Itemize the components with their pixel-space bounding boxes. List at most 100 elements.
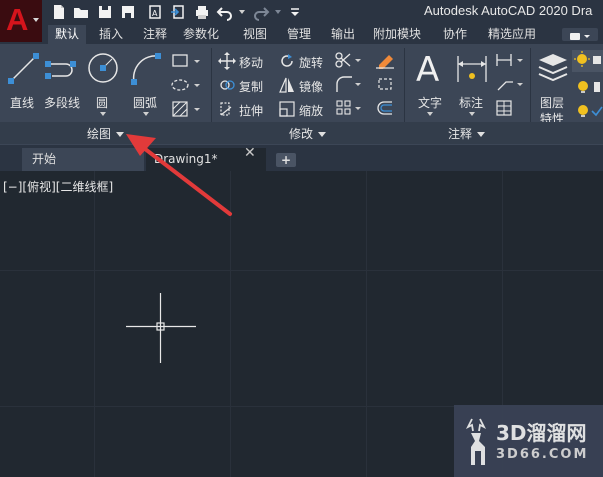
tab-output[interactable]: 输出 [324, 25, 362, 44]
line-tool[interactable]: 直线 [6, 50, 42, 110]
erase-icon[interactable] [374, 50, 398, 70]
move-icon [218, 52, 236, 70]
rotate-icon [281, 54, 293, 67]
line-icon [8, 53, 39, 84]
layer-on-icon[interactable] [574, 78, 603, 96]
watermark: 3D溜溜网 3D66.COM [454, 405, 603, 477]
window-title: Autodesk AutoCAD 2020 Dra [424, 3, 593, 18]
dimension-label: 标注 [459, 96, 484, 110]
save-web-mobile-icon[interactable] [169, 3, 187, 21]
circle-tool[interactable]: 圆 [86, 50, 120, 120]
scale-label: 缩放 [299, 104, 324, 118]
ellipse-icon[interactable] [170, 76, 204, 94]
ribbon-state-icon [570, 33, 590, 40]
new-file-icon[interactable] [50, 3, 68, 21]
arc-dropdown-icon[interactable] [143, 112, 149, 116]
polyline-icon [45, 61, 76, 79]
undo-dropdown-icon[interactable] [239, 10, 245, 14]
polyline-tool[interactable]: 多段线 [44, 50, 84, 110]
arc-icon [131, 53, 161, 85]
plot-icon[interactable] [193, 3, 211, 21]
tab-view[interactable]: 视图 [236, 25, 274, 44]
circle-label: 圆 [96, 96, 109, 110]
tab-manage[interactable]: 管理 [280, 25, 318, 44]
file-tab-bar: 开始 Drawing1* ✕ + [0, 145, 603, 171]
save-as-icon[interactable] [119, 3, 137, 21]
text-dropdown-icon[interactable] [427, 112, 433, 116]
customize-toolbar-icon[interactable] [286, 3, 304, 21]
title-bar: A A Autodesk AutoCAD 2020 Dra [0, 0, 603, 42]
application-menu-button[interactable]: A [0, 0, 42, 42]
offset-icon[interactable] [374, 98, 398, 118]
tab-parametric[interactable]: 参数化 [176, 25, 226, 44]
arc-label: 圆弧 [133, 96, 158, 110]
annotation-arrow-icon [126, 134, 232, 216]
scale-icon [279, 101, 295, 117]
chevron-down-icon [33, 18, 39, 22]
watermark-subtext: 3D66.COM [496, 447, 589, 462]
modify-panel-expand-icon[interactable] [318, 132, 327, 137]
trim-icon[interactable] [334, 50, 364, 70]
redo-dropdown-icon[interactable] [275, 10, 281, 14]
text-tool[interactable]: A 文字 [412, 50, 448, 120]
rectangle-icon[interactable] [170, 52, 204, 70]
move-label: 移动 [239, 56, 264, 70]
crosshair-cursor-icon [126, 293, 196, 363]
new-tab-button[interactable]: + [276, 153, 296, 167]
draw-panel-label: 绘图 [87, 127, 112, 141]
annotation-panel-expand-icon[interactable] [477, 132, 486, 137]
copy-icon [220, 80, 235, 90]
rotate-label: 旋转 [299, 56, 324, 70]
open-folder-icon[interactable] [72, 3, 90, 21]
ribbon-minimize-button[interactable] [562, 28, 598, 41]
open-web-mobile-icon[interactable]: A [146, 3, 164, 21]
grid-line [94, 171, 95, 477]
annotation-panel-title[interactable]: 注释 [448, 125, 486, 142]
layer-state-icon[interactable] [572, 50, 603, 72]
tab-featured-apps[interactable]: 精选应用 [484, 25, 540, 44]
undo-icon[interactable] [216, 3, 234, 21]
ribbon-tab-bar: 默认 插入 注释 参数化 视图 管理 输出 附加模块 协作 精选应用 [0, 25, 603, 44]
draw-panel-title[interactable]: 绘图 [87, 125, 125, 142]
tab-default[interactable]: 默认 [48, 25, 86, 44]
autocad-window: A A Autodesk AutoCAD 2020 Dra 默认 插入 注释 参… [0, 0, 603, 477]
layer-isolate-icon[interactable] [574, 102, 603, 120]
autocad-logo-icon: A [6, 2, 29, 37]
circle-dropdown-icon[interactable] [100, 112, 106, 116]
explode-icon[interactable] [374, 74, 398, 94]
modify-panel-label: 修改 [289, 127, 314, 141]
annotation-panel-label: 注释 [448, 127, 473, 141]
text-icon: A [416, 50, 439, 90]
grid-line [366, 171, 367, 477]
stretch-icon [220, 102, 232, 116]
linear-dimension-icon[interactable] [494, 50, 526, 70]
tab-annotate[interactable]: 注释 [136, 25, 174, 44]
viewport-controls[interactable]: [−][俯视][二维线框] [3, 178, 113, 195]
table-icon[interactable] [494, 98, 526, 118]
svg-text:A: A [416, 50, 439, 86]
layer-properties-label-line1: 图层 [540, 96, 565, 110]
arc-tool[interactable]: 圆弧 [128, 50, 164, 120]
dimension-tool[interactable]: 标注 [454, 50, 490, 120]
dimension-dropdown-icon[interactable] [469, 112, 475, 116]
close-tab-icon[interactable]: ✕ [244, 145, 256, 168]
line-label: 直线 [10, 96, 35, 110]
mirror-label: 镜像 [299, 80, 324, 94]
text-label: 文字 [418, 96, 443, 110]
layer-properties-tool[interactable]: 图层 特性 [534, 50, 572, 126]
modify-panel-title[interactable]: 修改 [289, 125, 327, 142]
watermark-text: 3D溜溜网 [496, 421, 587, 445]
tab-insert[interactable]: 插入 [92, 25, 130, 44]
leader-icon[interactable] [494, 74, 526, 94]
tab-addins[interactable]: 附加模块 [370, 25, 424, 44]
copy-label: 复制 [239, 80, 264, 94]
save-icon[interactable] [96, 3, 114, 21]
mirror-icon [279, 77, 294, 93]
array-icon[interactable] [334, 98, 364, 118]
redo-icon[interactable] [252, 3, 270, 21]
fillet-icon[interactable] [334, 74, 364, 94]
hatch-icon[interactable] [170, 100, 204, 118]
tab-collaborate[interactable]: 协作 [436, 25, 474, 44]
layers-icon [538, 54, 568, 82]
dimension-icon [457, 56, 487, 82]
